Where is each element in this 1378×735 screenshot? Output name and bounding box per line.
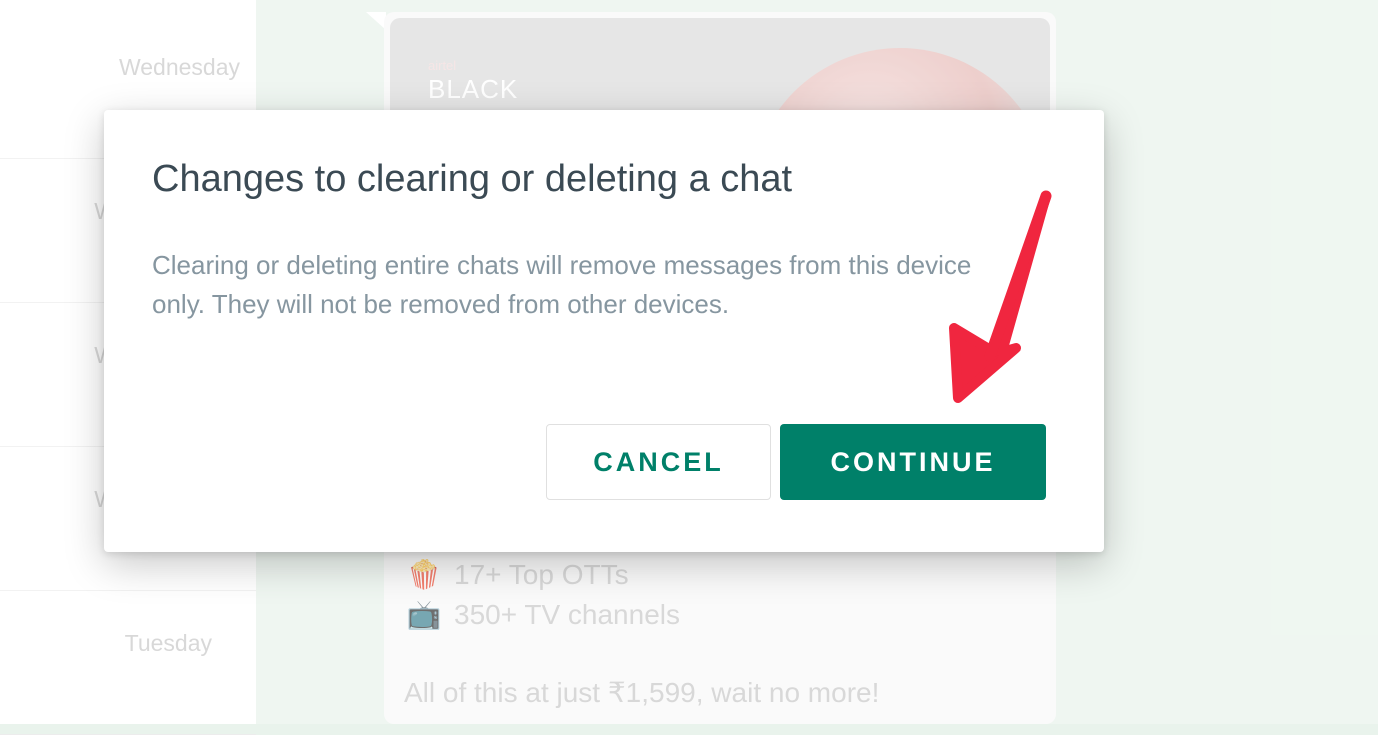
dialog-body: Clearing or deleting entire chats will r… <box>152 250 972 319</box>
confirm-dialog: Changes to clearing or deleting a chat C… <box>104 110 1104 552</box>
dialog-title: Changes to clearing or deleting a chat <box>152 158 793 200</box>
continue-button[interactable]: CONTINUE <box>780 424 1046 500</box>
cancel-button[interactable]: CANCEL <box>546 424 771 500</box>
